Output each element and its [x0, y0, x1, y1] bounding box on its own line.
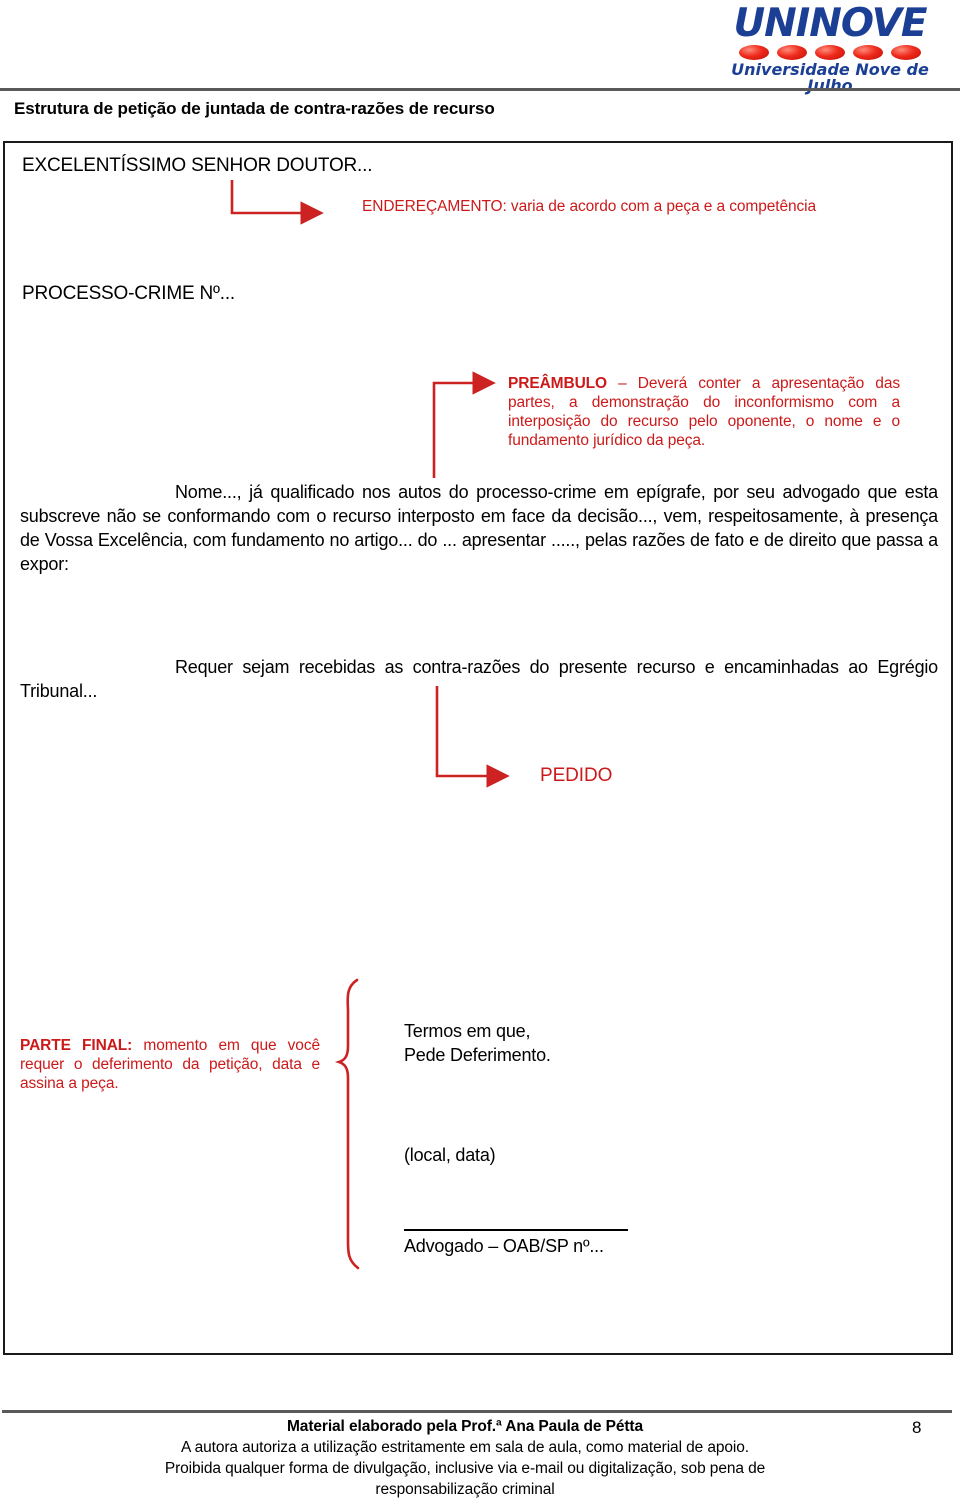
uninove-logo: UNINOVE Universidade Nove de Julho — [728, 1, 932, 94]
page-number: 8 — [912, 1418, 922, 1437]
qualification-paragraph-text: Nome..., já qualificado nos autos do pro… — [20, 482, 938, 574]
annotation-preambulo-label: PREÂMBULO — [508, 375, 607, 392]
annotation-parte-final-label: PARTE FINAL: — [20, 1037, 133, 1054]
addressee-line: EXCELENTÍSSIMO SENHOR DOUTOR... — [22, 155, 373, 176]
qualification-paragraph: Nome..., já qualificado nos autos do pro… — [20, 480, 938, 576]
logo-dot-2 — [777, 45, 807, 60]
footer: Material elaborado pela Prof.ª Ana Paula… — [0, 1416, 930, 1500]
footer-line-3: Proibida qualquer forma de divulgação, i… — [164, 1460, 766, 1477]
place-date-line: (local, data) — [404, 1145, 496, 1165]
logo-dot-5 — [891, 45, 921, 60]
logo-dot-3 — [815, 45, 845, 60]
logo-dot-1 — [739, 45, 769, 60]
logo-wordmark: UNINOVE — [733, 1, 927, 46]
footer-line-2: A autora autoriza a utilização estritame… — [180, 1439, 749, 1456]
annotation-parte-final: PARTE FINAL: momento em que você requer … — [20, 1036, 320, 1093]
closing-line-2: Pede Deferimento. — [404, 1045, 551, 1065]
annotation-enderecamento: ENDEREÇAMENTO: varia de acordo com a peç… — [362, 198, 817, 215]
logo-dot-4 — [853, 45, 883, 60]
footer-line-1: Material elaborado pela Prof.ª Ana Paula… — [286, 1418, 643, 1435]
logo-dots-decoration — [739, 45, 921, 60]
petition-structure-box — [3, 141, 953, 1355]
header-divider — [0, 88, 960, 91]
page-title: Estrutura de petição de juntada de contr… — [14, 99, 495, 118]
annotation-pedido: PEDIDO — [540, 765, 613, 786]
closing-line-1: Termos em que, — [404, 1021, 531, 1041]
request-paragraph: Requer sejam recebidas as contra-razões … — [20, 655, 938, 703]
request-paragraph-text: Requer sejam recebidas as contra-razões … — [20, 657, 938, 701]
annotation-preambulo: PREÂMBULO – Deverá conter a apresentação… — [508, 374, 900, 450]
signature-caption: Advogado – OAB/SP nº... — [404, 1236, 604, 1256]
signature-rule — [404, 1229, 628, 1231]
footer-divider — [2, 1410, 952, 1413]
case-number-line: PROCESSO-CRIME Nº... — [22, 283, 236, 304]
footer-line-4: responsabilização criminal — [375, 1481, 555, 1498]
